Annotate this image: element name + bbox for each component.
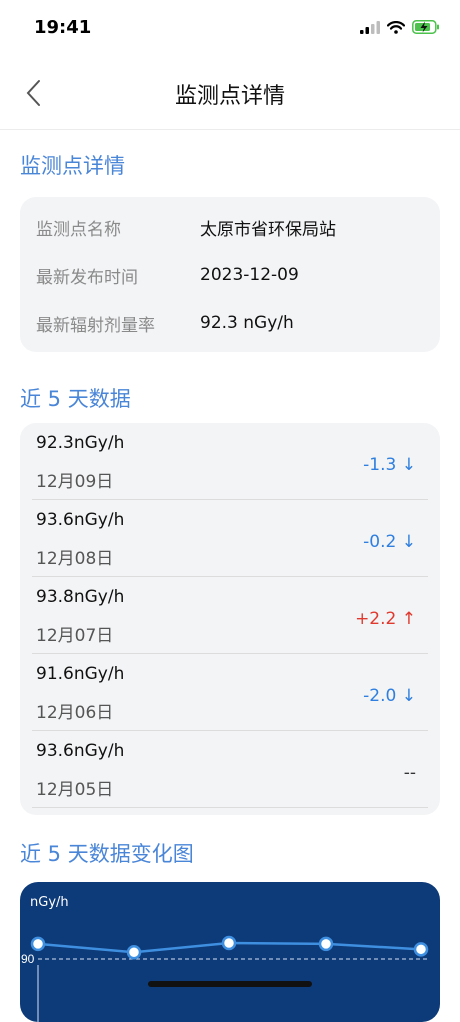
recent-section-title: 近 5 天数据 <box>20 387 131 411</box>
detail-value: 92.3 nGy/h <box>200 313 294 333</box>
y-tick-label: 90 <box>21 952 35 966</box>
list-item[interactable]: 92.3nGy/h 12月09日 -1.3 ↓ <box>32 423 428 500</box>
reading-date: 12月07日 <box>36 626 114 646</box>
detail-label: 最新发布时间 <box>36 267 138 288</box>
reading-value: 92.3nGy/h <box>36 433 125 453</box>
detail-row-dose-rate: 最新辐射剂量率 92.3 nGy/h <box>36 308 424 338</box>
recent-list: 92.3nGy/h 12月09日 -1.3 ↓ 93.6nGy/h 12月08日… <box>20 423 440 815</box>
data-point[interactable] <box>30 936 46 952</box>
data-point[interactable] <box>221 935 237 951</box>
list-item[interactable]: 93.6nGy/h 12月05日 -- <box>32 731 428 808</box>
list-item[interactable]: 93.6nGy/h 12月08日 -0.2 ↓ <box>32 500 428 577</box>
detail-card: 监测点名称 太原市省环保局站 最新发布时间 2023-12-09 最新辐射剂量率… <box>20 197 440 352</box>
detail-section-title: 监测点详情 <box>20 154 125 178</box>
reading-date: 12月05日 <box>36 780 114 800</box>
list-item[interactable]: 93.8nGy/h 12月07日 +2.2 ↑ <box>32 577 428 654</box>
reading-date: 12月08日 <box>36 549 114 569</box>
change-indicator: -2.0 ↓ <box>363 686 416 706</box>
detail-value: 太原市省环保局站 <box>200 219 336 240</box>
detail-row-name: 监测点名称 太原市省环保局站 <box>36 212 424 242</box>
battery-charging-icon <box>412 20 439 34</box>
wifi-icon <box>387 20 405 34</box>
change-indicator: -1.3 ↓ <box>363 455 416 475</box>
reading-date: 12月09日 <box>36 472 114 492</box>
page-title: 监测点详情 <box>174 84 285 109</box>
reading-value: 93.6nGy/h <box>36 510 125 530</box>
status-bar: 19:41 <box>0 0 460 56</box>
status-icons <box>360 20 440 34</box>
nav-bar: 监测点详情 <box>0 56 460 130</box>
line-chart-svg: 90 <box>21 935 430 1022</box>
reading-date: 12月06日 <box>36 703 114 723</box>
data-point[interactable] <box>318 936 334 952</box>
signal-icon <box>360 20 380 34</box>
detail-value: 2023-12-09 <box>200 265 299 285</box>
detail-label: 最新辐射剂量率 <box>36 315 155 336</box>
home-indicator <box>148 981 312 987</box>
chart-section-title: 近 5 天数据变化图 <box>20 842 194 866</box>
reading-value: 91.6nGy/h <box>36 664 125 684</box>
data-point[interactable] <box>126 945 142 960</box>
change-indicator: -0.2 ↓ <box>363 532 416 552</box>
detail-row-time: 最新发布时间 2023-12-09 <box>36 260 424 290</box>
change-indicator: +2.2 ↑ <box>355 609 416 629</box>
data-point[interactable] <box>413 942 429 957</box>
trend-chart: nGy/h 90 <box>20 882 440 1022</box>
reading-value: 93.8nGy/h <box>36 587 125 607</box>
detail-label: 监测点名称 <box>36 219 121 240</box>
change-indicator: -- <box>403 763 416 783</box>
status-time: 19:41 <box>34 17 92 38</box>
reading-value: 93.6nGy/h <box>36 741 125 761</box>
list-item[interactable]: 91.6nGy/h 12月06日 -2.0 ↓ <box>32 654 428 731</box>
